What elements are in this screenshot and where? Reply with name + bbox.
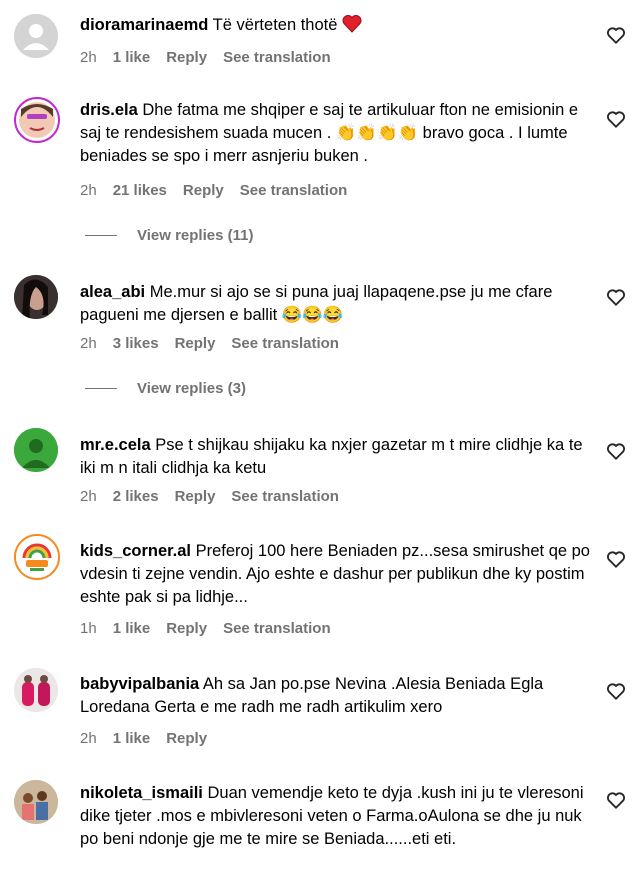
comment-text: babyvipalbania Ah sa Jan po.pse Nevina .… bbox=[80, 673, 592, 719]
comment-text: dioramarinaemd Të vërteten thotë bbox=[80, 14, 592, 37]
red-heart-icon bbox=[342, 15, 362, 33]
comment-body: Pse t shijkau shijaku ka nxjer gazetar m… bbox=[80, 436, 583, 477]
comment-body: Me.mur si ajo se si puna juaj llapaqene.… bbox=[80, 283, 553, 324]
username[interactable]: alea_abi bbox=[80, 283, 145, 301]
reply-button[interactable]: Reply bbox=[166, 49, 207, 66]
heart-outline-icon[interactable] bbox=[605, 24, 627, 46]
username[interactable]: dris.ela bbox=[80, 101, 138, 119]
likes-count[interactable]: 1 like bbox=[113, 620, 151, 637]
username[interactable]: mr.e.cela bbox=[80, 436, 151, 454]
reply-button[interactable]: Reply bbox=[175, 335, 216, 352]
reply-button[interactable]: Reply bbox=[166, 730, 207, 747]
see-translation-button[interactable]: See translation bbox=[231, 488, 339, 505]
see-translation-button[interactable]: See translation bbox=[240, 182, 348, 199]
view-replies-button[interactable]: View replies (11) bbox=[85, 227, 253, 244]
comment-body: Të vërteten thotë bbox=[212, 16, 338, 34]
replies-divider bbox=[85, 235, 117, 236]
user-photo-icon bbox=[14, 428, 58, 472]
view-replies-button[interactable]: View replies (3) bbox=[85, 380, 246, 397]
username[interactable]: dioramarinaemd bbox=[80, 16, 208, 34]
avatar[interactable] bbox=[14, 668, 58, 712]
view-replies-label[interactable]: View replies (11) bbox=[137, 227, 253, 244]
likes-count[interactable]: 21 likes bbox=[113, 182, 167, 199]
comment-text: alea_abi Me.mur si ajo se si puna juaj l… bbox=[80, 281, 592, 327]
heart-outline-icon[interactable] bbox=[605, 680, 627, 702]
comment-time: 1h bbox=[80, 620, 97, 637]
likes-count[interactable]: 3 likes bbox=[113, 335, 159, 352]
comment-time: 2h bbox=[80, 335, 97, 352]
comment-time: 2h bbox=[80, 730, 97, 747]
comment-time: 2h bbox=[80, 182, 97, 199]
user-photo-icon bbox=[14, 668, 58, 712]
replies-divider bbox=[85, 388, 117, 389]
avatar[interactable] bbox=[14, 534, 60, 580]
comment-time: 2h bbox=[80, 488, 97, 505]
default-user-icon bbox=[14, 14, 58, 58]
user-photo-icon bbox=[14, 275, 58, 319]
avatar[interactable] bbox=[14, 428, 58, 472]
reply-button[interactable]: Reply bbox=[175, 488, 216, 505]
comment-text: dris.ela Dhe fatma me shqiper e saj te a… bbox=[80, 99, 592, 168]
avatar-default[interactable] bbox=[14, 14, 58, 58]
comment-text: kids_corner.al Preferoj 100 here Beniade… bbox=[80, 540, 592, 609]
heart-outline-icon[interactable] bbox=[605, 108, 627, 130]
heart-outline-icon[interactable] bbox=[605, 548, 627, 570]
reply-button[interactable]: Reply bbox=[166, 620, 207, 637]
comment-body: Dhe fatma me shqiper e saj te artikuluar… bbox=[80, 101, 579, 165]
likes-count[interactable]: 1 like bbox=[113, 49, 151, 66]
username[interactable]: nikoleta_ismaili bbox=[80, 784, 203, 802]
likes-count[interactable]: 1 like bbox=[113, 730, 151, 747]
see-translation-button[interactable]: See translation bbox=[223, 49, 331, 66]
username[interactable]: kids_corner.al bbox=[80, 542, 191, 560]
user-photo-icon bbox=[14, 780, 58, 824]
heart-outline-icon[interactable] bbox=[605, 789, 627, 811]
comment-time: 2h bbox=[80, 49, 97, 66]
comment-text: nikoleta_ismaili Duan vemendje keto te d… bbox=[80, 782, 592, 851]
view-replies-label[interactable]: View replies (3) bbox=[137, 380, 246, 397]
avatar[interactable] bbox=[14, 275, 58, 319]
avatar[interactable] bbox=[14, 780, 58, 824]
heart-outline-icon[interactable] bbox=[605, 286, 627, 308]
reply-button[interactable]: Reply bbox=[183, 182, 224, 199]
avatar[interactable] bbox=[14, 97, 60, 143]
username[interactable]: babyvipalbania bbox=[80, 675, 199, 693]
user-photo-icon bbox=[19, 102, 55, 138]
comment-text: mr.e.cela Pse t shijkau shijaku ka nxjer… bbox=[80, 434, 592, 480]
kids-corner-logo-icon bbox=[16, 536, 58, 578]
heart-outline-icon[interactable] bbox=[605, 440, 627, 462]
see-translation-button[interactable]: See translation bbox=[223, 620, 331, 637]
see-translation-button[interactable]: See translation bbox=[231, 335, 339, 352]
likes-count[interactable]: 2 likes bbox=[113, 488, 159, 505]
